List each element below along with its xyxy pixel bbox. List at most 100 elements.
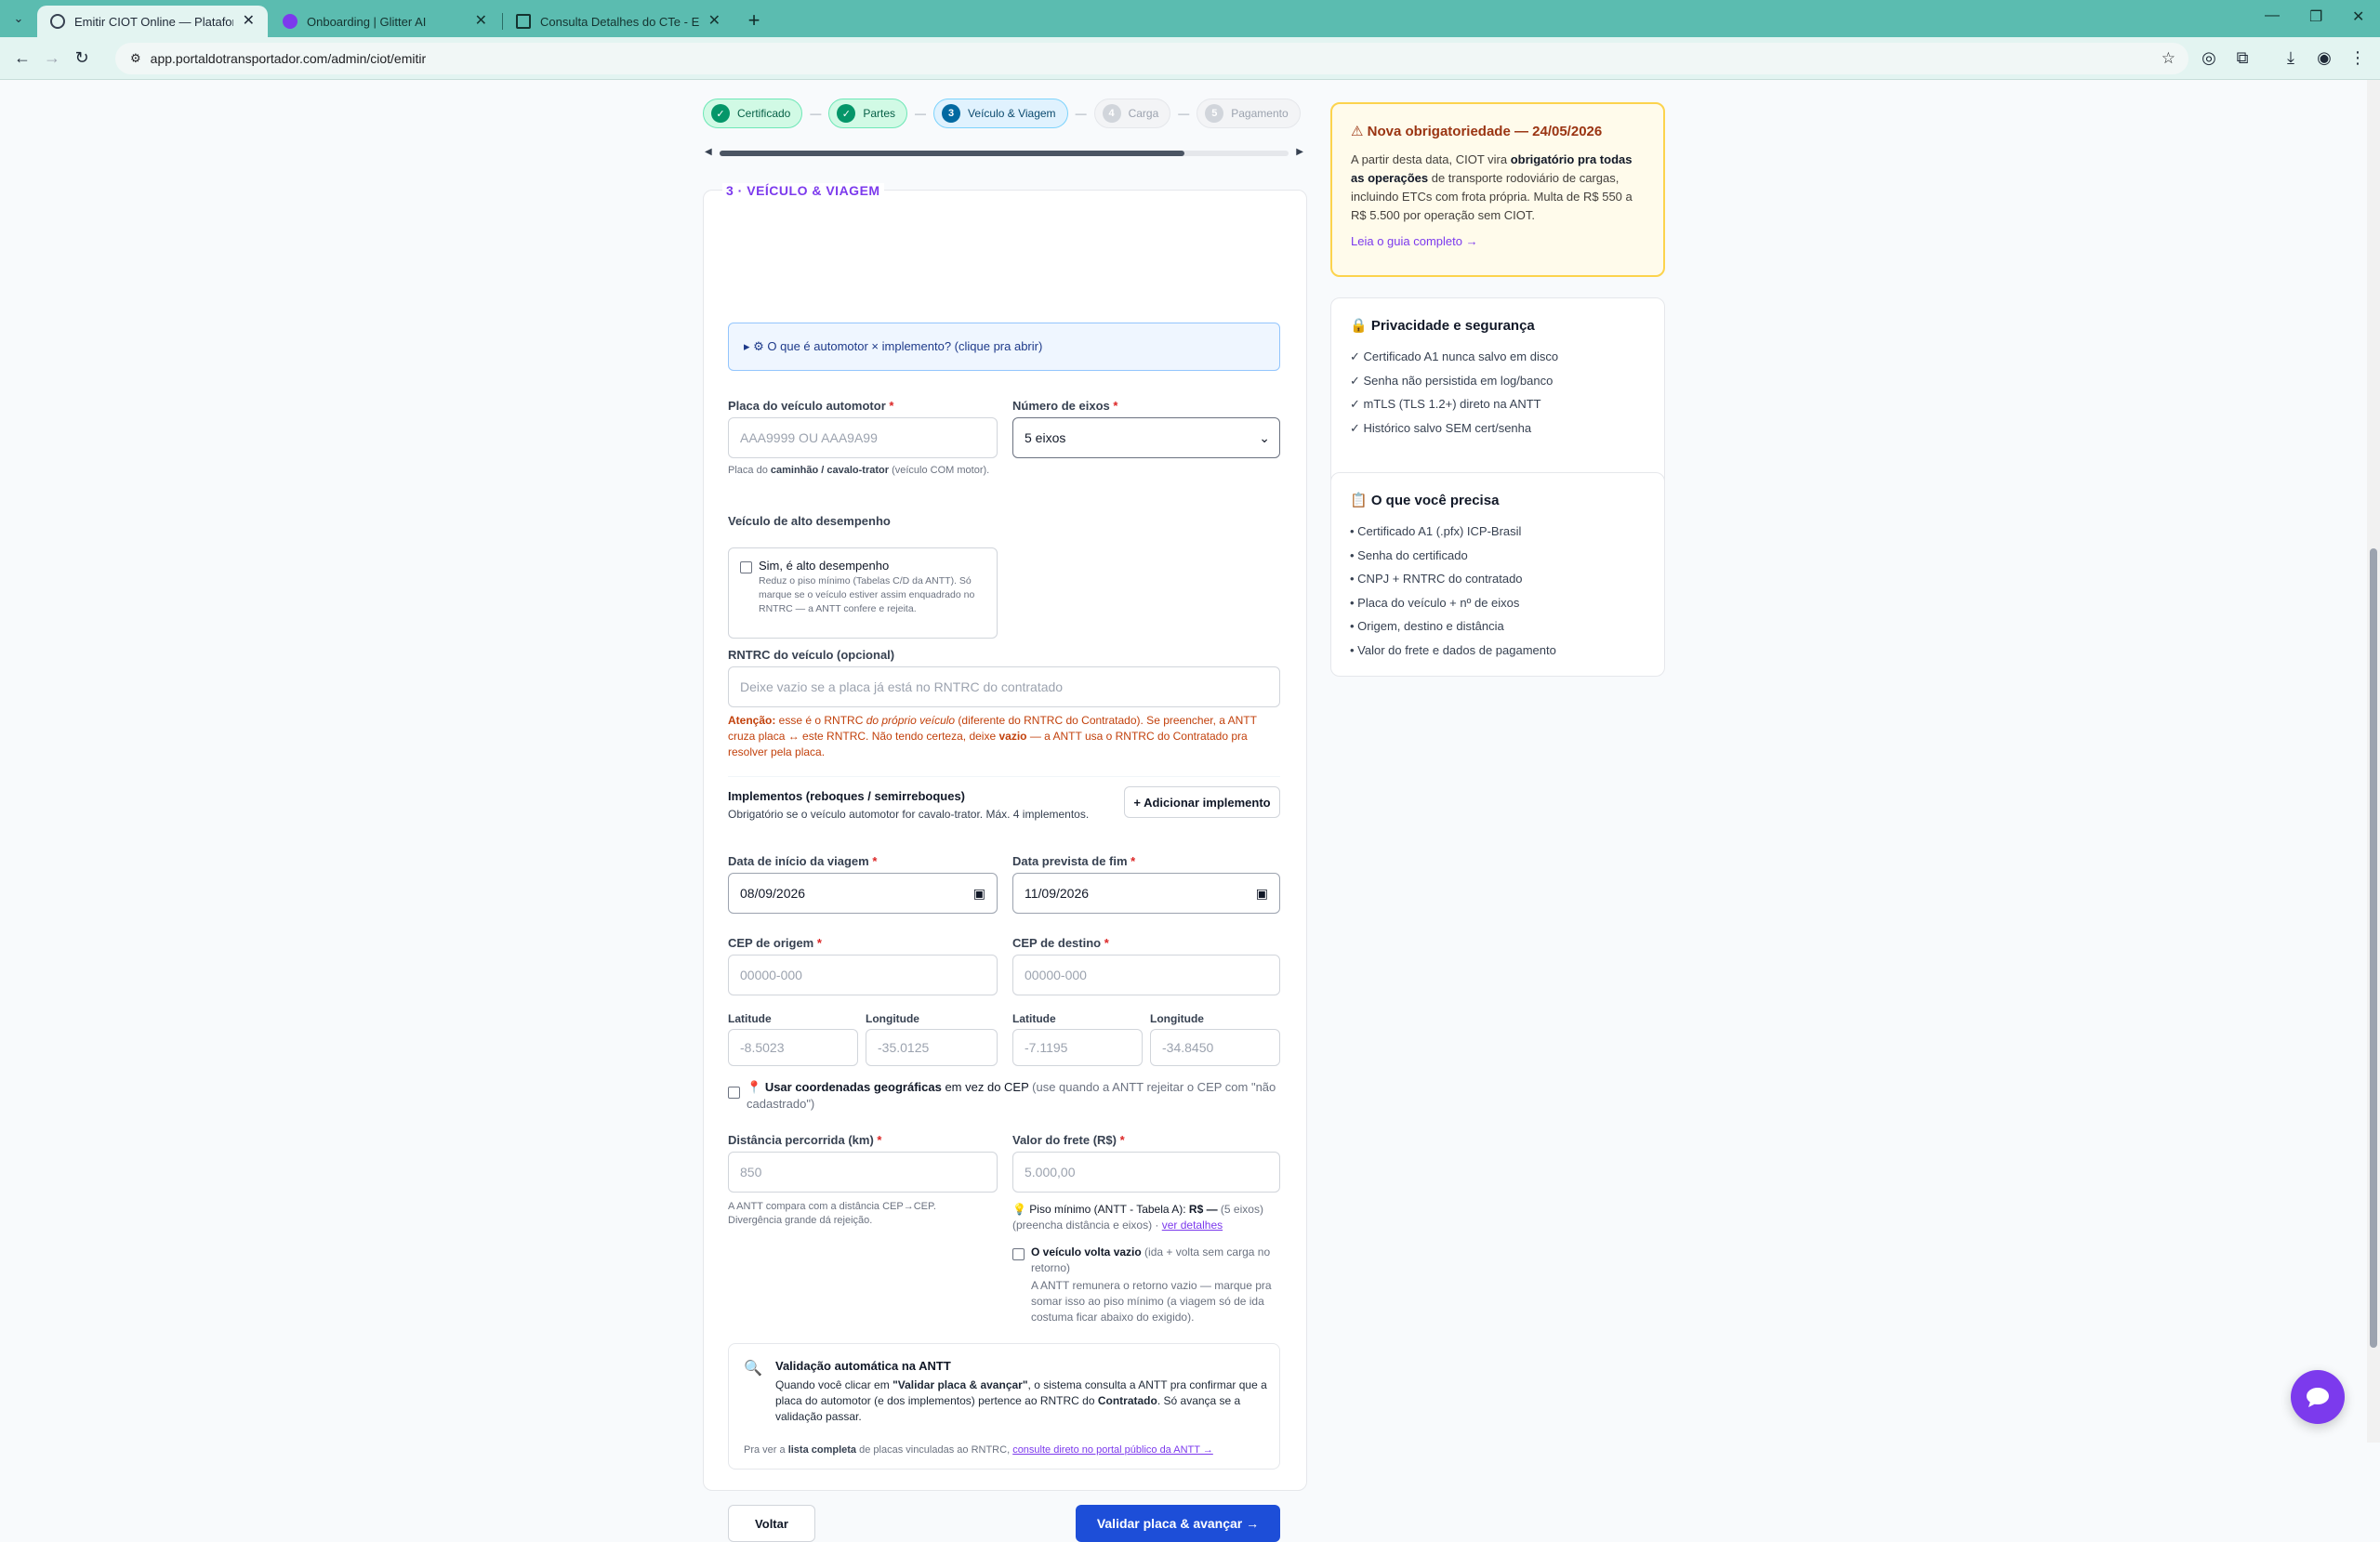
add-implemento-button[interactable]: + Adicionar implemento [1124,786,1280,818]
required-mark: * [1119,1133,1125,1147]
data-fim-label-text: Data prevista de fim [1012,854,1128,868]
step-label: Partes [863,107,896,120]
requirement-item: • Certificado A1 (.pfx) ICP-Brasil [1350,524,1522,538]
usar-coordenadas-checkbox[interactable] [728,1087,740,1099]
restore-icon[interactable]: ❐ [2309,7,2322,26]
browser-tab-ciot[interactable]: Emitir CIOT Online — Plataforma ✕ [37,6,268,37]
step-veiculo-viagem[interactable]: 3 Veículo & Viagem [933,99,1068,128]
vazio-bold: O veículo volta vazio [1031,1245,1142,1259]
step-pagamento[interactable]: 5 Pagamento [1197,99,1301,128]
cep-destino-label-text: CEP de destino [1012,936,1102,950]
antt-title: Validação automática na ANTT [775,1359,951,1373]
close-window-icon[interactable]: ✕ [2352,7,2364,26]
data-fim-input[interactable]: 11/09/2026 ▣ [1012,873,1280,914]
more-menu-icon[interactable]: ⋮ [2343,44,2373,73]
required-mark: * [816,936,822,950]
required-mark: * [889,399,894,413]
ver-detalhes-link[interactable]: ver detalhes [1162,1219,1223,1232]
minimize-icon[interactable]: — [2265,7,2280,24]
step-certificado[interactable]: ✓ Certificado [703,99,803,128]
notice-body: A partir desta data, CIOT vira obrigatór… [1351,151,1645,225]
lon-destino-input[interactable]: -34.8450 [1150,1029,1280,1066]
section-title: 3 · VEÍCULO & VIAGEM [722,183,884,198]
eixos-select[interactable]: 5 eixos ⌄ [1012,417,1280,458]
antt-portal-link[interactable]: consulte direto no portal público da ANT… [1012,1444,1213,1456]
lat-destino-input[interactable]: -7.1195 [1012,1029,1143,1066]
tab-title: Consulta Detalhes do CTe - ERP [540,14,699,29]
data-inicio-input[interactable]: 08/09/2026 ▣ [728,873,998,914]
step-connector: — [915,107,927,120]
implementos-title: Implementos (reboques / semirreboques) [728,789,966,803]
frete-label-text: Valor do frete (R$) [1012,1133,1117,1147]
distancia-input[interactable]: 850 [728,1152,998,1193]
alto-desempenho-desc: Reduz o piso mínimo (Tabelas C/D da ANTT… [759,575,975,614]
scrollbar-thumb[interactable] [720,151,1184,156]
lon-origem-input[interactable]: -35.0125 [866,1029,998,1066]
extension-icon[interactable]: ◎ [2194,44,2224,73]
browser-tab-cte[interactable]: Consulta Detalhes do CTe - ERP ✕ [503,6,734,37]
page-content: ✓ Certificado — ✓ Partes — 3 Veículo & V… [0,80,2380,1542]
reload-icon[interactable]: ↻ [67,44,97,73]
frete-input[interactable]: 5.000,00 [1012,1152,1280,1193]
volta-vazio-checkbox[interactable] [1012,1248,1025,1260]
back-button[interactable]: Voltar [728,1505,815,1542]
automotor-info-toggle[interactable]: ▸ ⚙ O que é automotor × implemento? (cli… [728,323,1280,371]
scroll-left-icon[interactable]: ◀ [705,147,712,157]
date-value: 11/09/2026 [1025,886,1090,901]
tab-title: Emitir CIOT Online — Plataforma [74,14,233,29]
check-icon: ✓ [711,104,730,123]
hint-bold: caminhão / cavalo-trator [770,465,890,476]
download-icon[interactable]: ⤓ [2276,44,2306,73]
cep-origem-input[interactable]: 00000-000 [728,955,998,995]
calendar-icon[interactable]: ▣ [1256,886,1268,902]
profile-icon[interactable]: ◉ [2309,44,2339,73]
browser-tab-glitter[interactable]: Onboarding | Glitter AI ✕ [270,6,500,37]
close-icon[interactable]: ✕ [475,14,487,29]
check-icon: ✓ [837,104,856,123]
chat-support-button[interactable] [2291,1370,2345,1424]
usar-coordenadas-label[interactable]: 📍 Usar coordenadas geográficas em vez do… [747,1079,1280,1113]
page-scrollbar[interactable] [2367,80,2380,1443]
rntrc-input[interactable]: Deixe vazio se a placa já está no RNTRC … [728,666,1280,707]
alto-desempenho-option[interactable]: Sim, é alto desempenho [759,559,889,573]
validate-next-button[interactable]: Validar placa & avançar → [1076,1505,1280,1542]
lat-origem-label: Latitude [728,1012,772,1025]
step-partes[interactable]: ✓ Partes [828,99,908,128]
stepper-scrollbar[interactable]: ◀ ▶ [703,147,1305,160]
close-icon[interactable]: ✕ [708,14,721,29]
calendar-icon[interactable]: ▣ [973,886,985,902]
bookmark-star-icon[interactable]: ☆ [2162,49,2175,68]
requirement-item: • Placa do veículo + nº de eixos [1350,595,1520,610]
placa-input[interactable]: AAA9999 OU AAA9A99 [728,417,998,458]
warn-text: esse é o RNTRC [775,714,866,727]
antt-list-text: de placas vinculadas ao RNTRC, [856,1444,1013,1456]
lat-origem-input[interactable]: -8.5023 [728,1029,858,1066]
page-scrollbar-thumb[interactable] [2370,548,2377,1348]
requirements-card: 📋 O que você precisa • Certificado A1 (.… [1330,472,1665,677]
address-bar[interactable]: ⚙ app.portaldotransportador.com/admin/ci… [115,43,2188,74]
volta-vazio-label[interactable]: O veículo volta vazio (ida + volta sem c… [1031,1245,1280,1276]
scroll-right-icon[interactable]: ▶ [1296,147,1303,157]
step-connector: — [1075,107,1087,120]
cep-destino-input[interactable]: 00000-000 [1012,955,1280,995]
required-mark: * [877,1133,882,1147]
step-carga[interactable]: 4 Carga [1093,99,1171,128]
new-tab-plus-icon[interactable]: + [741,7,767,33]
close-icon[interactable]: ✕ [243,14,255,29]
back-arrow-icon[interactable]: ← [7,44,37,73]
required-mark: * [1104,936,1109,950]
puzzle-extensions-icon[interactable]: ⧉ [2228,44,2257,73]
lightbulb-icon: 💡 [1012,1203,1026,1216]
required-mark: * [1130,854,1136,868]
forward-arrow-icon[interactable]: → [37,44,67,73]
image-icon [516,14,531,29]
distancia-label-text: Distância percorrida (km) [728,1133,874,1147]
guide-link[interactable]: Leia o guia completo → [1351,234,1645,248]
tab-search-chevron-icon[interactable]: ⌄ [4,4,33,33]
antt-list-text: Pra ver a [744,1444,788,1456]
antt-bold: Contratado [1097,1394,1157,1407]
required-mark: * [872,854,878,868]
alto-desempenho-checkbox[interactable] [740,561,752,573]
site-info-icon[interactable]: ⚙ [130,51,141,66]
hint-text: Placa do [728,465,771,476]
